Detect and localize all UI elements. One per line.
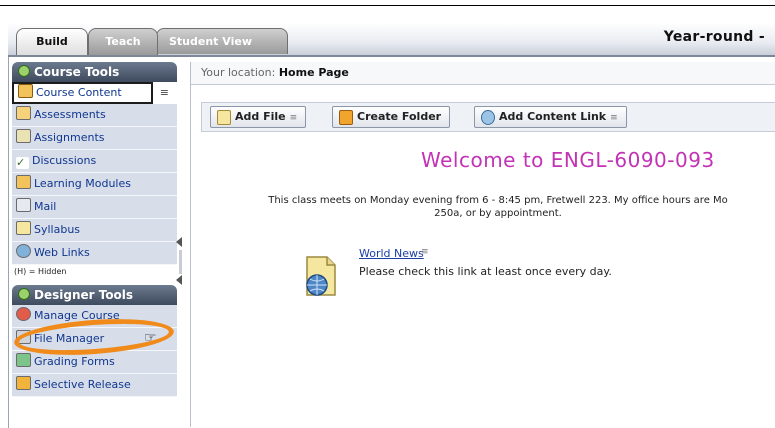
- tab-student-view[interactable]: Student View: [156, 28, 288, 54]
- sidebar-item-grading-forms[interactable]: Grading Forms: [12, 351, 177, 374]
- file-manager-icon: [16, 330, 31, 344]
- sidebar-item-label: Learning Modules: [34, 177, 131, 190]
- sidebar-item-syllabus[interactable]: Syllabus: [12, 219, 177, 242]
- course-tools-heading: Course Tools: [12, 62, 177, 82]
- sidebar-item-label: Manage Course: [34, 309, 120, 322]
- create-folder-label: Create Folder: [357, 110, 442, 123]
- hidden-legend: (H) = Hidden: [12, 265, 177, 279]
- course-description: This class meets on Monday evening from …: [203, 194, 775, 220]
- world-news-link[interactable]: World News: [359, 247, 424, 260]
- pointer-cursor-icon: ☞: [144, 330, 157, 346]
- sidebar-item-label: Web Links: [34, 246, 90, 259]
- create-folder-button[interactable]: Create Folder: [332, 106, 451, 128]
- link-icon: [481, 110, 495, 125]
- add-file-label: Add File: [235, 110, 286, 123]
- course-tools-icon: [18, 65, 30, 77]
- sidebar-item-learning-modules[interactable]: Learning Modules: [12, 173, 177, 196]
- sidebar-item-label: Assessments: [34, 108, 106, 121]
- sidebar-item-mail[interactable]: Mail: [12, 196, 177, 219]
- breadcrumb-prefix: Your location:: [201, 66, 276, 79]
- add-content-link-button[interactable]: Add Content Link ≡: [474, 106, 627, 128]
- add-content-link-label: Add Content Link: [499, 110, 607, 123]
- sidebar-item-assessments[interactable]: Assessments: [12, 104, 177, 127]
- folder-icon: [339, 110, 353, 125]
- sidebar-item-web-links[interactable]: Web Links: [12, 242, 177, 265]
- assignment-icon: [16, 129, 31, 143]
- sidebar-item-label: Selective Release: [34, 378, 131, 391]
- grading-icon: [16, 353, 31, 367]
- mail-icon: [16, 198, 31, 212]
- course-tools-label: Course Tools: [34, 65, 120, 79]
- web-link-icon: [16, 244, 31, 258]
- sidebar-item-label: Grading Forms: [34, 355, 115, 368]
- release-icon: [16, 376, 31, 390]
- dropdown-icon: ≡: [289, 113, 298, 123]
- discussion-icon: ✓: [16, 157, 29, 169]
- description-line-2: 250a, or by appointment.: [434, 208, 562, 219]
- welcome-heading: Welcome to ENGL-6090-093: [421, 148, 715, 172]
- course-title: Year-round -: [663, 29, 765, 45]
- sidebar-item-label: File Manager: [34, 332, 105, 345]
- world-news-description: Please check this link at least once eve…: [359, 265, 612, 278]
- dropdown-icon: ≡: [610, 113, 618, 123]
- sidebar-item-course-content[interactable]: Course Content ≡: [12, 82, 169, 104]
- manage-icon: [16, 307, 31, 321]
- designer-tools-label: Designer Tools: [34, 288, 134, 302]
- description-line-1: This class meets on Monday evening from …: [268, 195, 728, 206]
- sidebar-scroll-handle[interactable]: [179, 250, 182, 274]
- breadcrumb: Your location: Home Page: [191, 62, 775, 85]
- sidebar: Course Tools Course Content ≡ Assessment…: [12, 62, 177, 427]
- sidebar-item-label: Syllabus: [34, 223, 81, 236]
- designer-tools-icon: [18, 288, 30, 300]
- designer-tools-heading: Designer Tools: [12, 285, 177, 305]
- home-icon: [18, 84, 33, 98]
- add-file-button[interactable]: Add File ≡: [210, 106, 307, 128]
- sidebar-item-discussions[interactable]: ✓ Discussions: [12, 150, 177, 173]
- tab-build[interactable]: Build: [16, 28, 88, 55]
- collapse-sidebar-icon-lower[interactable]: [176, 275, 182, 285]
- chevron-down-icon[interactable]: ≡: [160, 84, 169, 102]
- sidebar-item-manage-course[interactable]: Manage Course: [12, 305, 177, 328]
- top-border: [0, 5, 775, 6]
- sidebar-item-label: Mail: [34, 200, 57, 213]
- sidebar-item-label: Discussions: [32, 154, 97, 167]
- sidebar-item-selective-release[interactable]: Selective Release: [12, 374, 177, 397]
- sidebar-item-label: Course Content: [36, 86, 122, 99]
- web-page-icon: [306, 256, 336, 296]
- module-icon: [16, 175, 31, 189]
- breadcrumb-current: Home Page: [278, 66, 349, 79]
- sidebar-item-assignments[interactable]: Assignments: [12, 127, 177, 150]
- assessment-icon: [16, 106, 31, 120]
- tab-bar: Student View Teach Build Year-round -: [8, 23, 775, 57]
- collapse-sidebar-icon[interactable]: [176, 237, 182, 247]
- sidebar-item-label: Assignments: [34, 131, 105, 144]
- item-options-icon[interactable]: ≡: [421, 247, 429, 257]
- main-content: Your location: Home Page Add File ≡ Creat…: [190, 62, 775, 427]
- tab-teach[interactable]: Teach: [88, 28, 158, 55]
- content-toolbar: Add File ≡ Create Folder Add Content Link…: [201, 102, 775, 132]
- file-icon: [217, 110, 231, 125]
- syllabus-icon: [16, 221, 31, 235]
